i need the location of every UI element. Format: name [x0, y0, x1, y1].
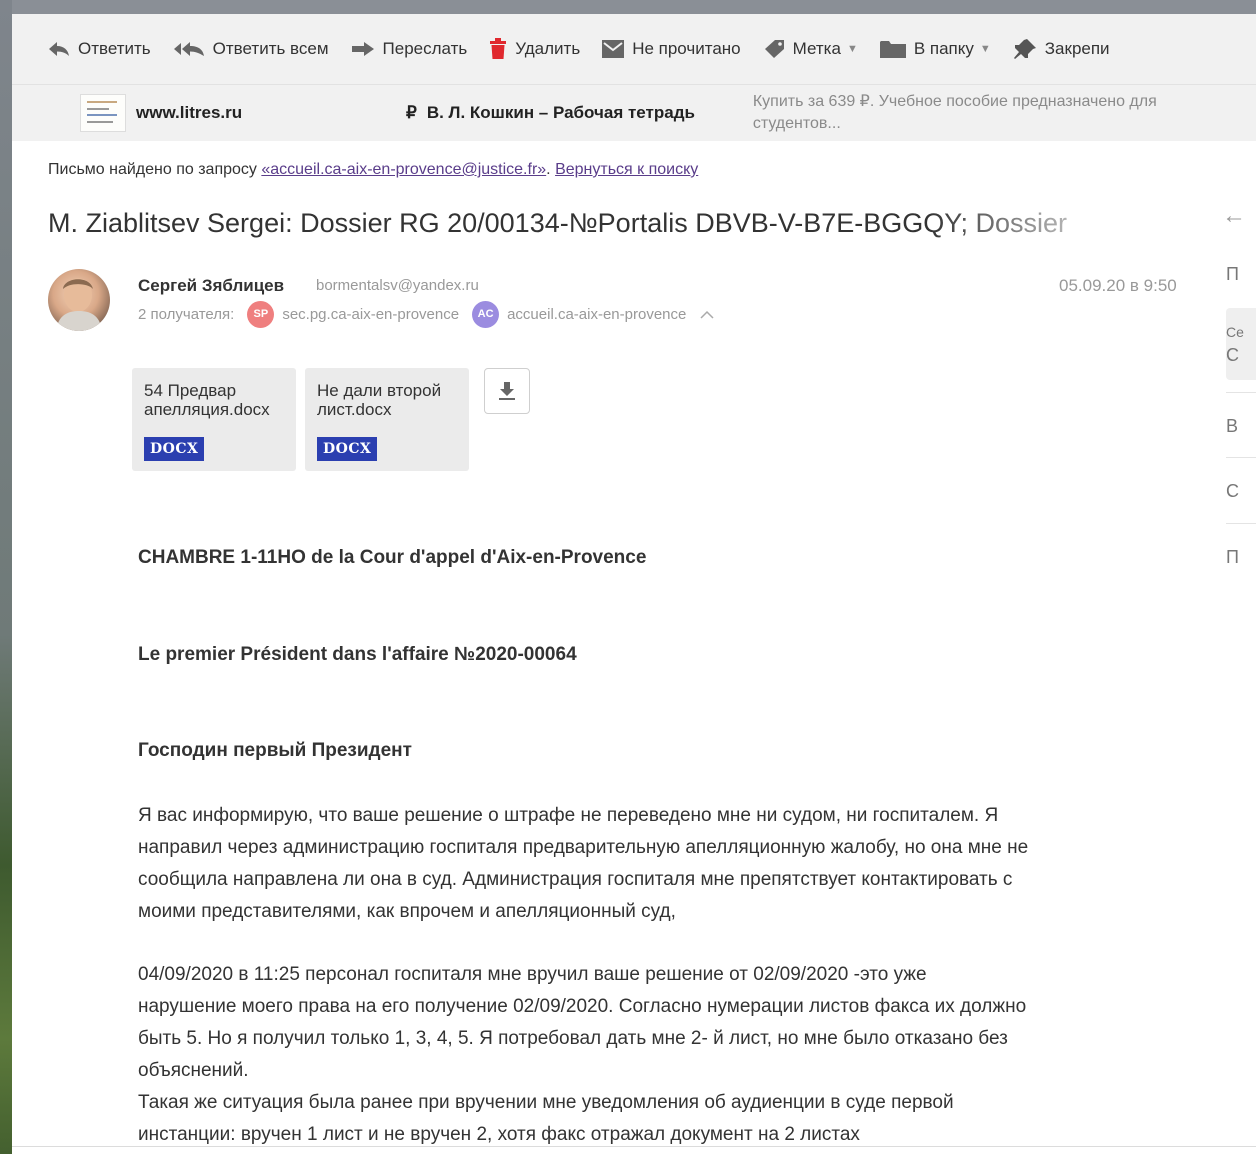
desktop-backdrop-left — [0, 0, 12, 1154]
mark-unread-label: Не прочитано — [632, 39, 741, 58]
body-heading-chambre: CHAMBRE 1-11HO de la Cour d'appel d'Aix-… — [138, 547, 647, 568]
folder-icon — [879, 40, 906, 58]
bottom-divider — [12, 1146, 1256, 1147]
search-notice-separator: . — [546, 161, 556, 178]
body-line: объяснений. — [138, 1060, 249, 1081]
message-subject: M. Ziablitsev Sergei: Dossier RG 20/0013… — [48, 208, 1068, 238]
body-paragraph-1: Я вас информирую, что ваше решение о штр… — [138, 800, 1188, 928]
ad-banner[interactable]: www.litres.ru ₽ В. Л. Кошкин – Рабочая т… — [12, 84, 1256, 141]
download-icon — [498, 381, 516, 401]
reply-all-label: Ответить всем — [212, 39, 329, 58]
pin-icon — [1013, 38, 1037, 60]
message-date: 05.09.20 в 9:50 — [1059, 276, 1177, 295]
body-line: быть 5. Но я получил только 1, 3, 4, 5. … — [138, 1028, 1008, 1049]
ad-title[interactable]: В. Л. Кошкин – Рабочая тетрадь — [427, 103, 753, 123]
attachment-name: 54 Предвар апелляция.docx — [144, 381, 270, 419]
reply-all-button[interactable]: Ответить всем — [173, 39, 329, 59]
mail-window: Ответить Ответить всем Переслать Удалить… — [12, 14, 1256, 1154]
docx-badge: DOCX — [144, 437, 205, 461]
thread-item[interactable]: П — [1226, 264, 1256, 285]
ad-site[interactable]: www.litres.ru — [136, 103, 406, 123]
search-query-link[interactable]: «accueil.ca-aix-en-provence@justice.fr» — [261, 161, 546, 178]
thread-item[interactable]: С — [1226, 481, 1256, 502]
desktop-backdrop-top — [0, 0, 1256, 14]
move-to-folder-dropdown[interactable]: В папку ▼ — [879, 39, 991, 59]
reply-label: Ответить — [78, 39, 151, 58]
body-line: моими представителями, как впрочем и апе… — [138, 901, 676, 922]
recipient-avatar: AC — [472, 300, 500, 328]
attachment-name: Не дали второй лист.docx — [317, 381, 442, 419]
back-arrow-icon[interactable]: ← — [1222, 202, 1246, 230]
body-line: Я вас информирую, что ваше решение о штр… — [138, 805, 999, 826]
pin-label: Закрепи — [1044, 39, 1110, 58]
tag-icon — [763, 39, 785, 59]
recipients-row: 2 получателя: SP sec.pg.ca-aix-en-proven… — [138, 300, 714, 328]
body-line: направил через администрацию госпиталя п… — [138, 837, 1029, 858]
chevron-up-icon[interactable] — [700, 310, 714, 319]
sender-avatar[interactable] — [48, 269, 110, 331]
label-dropdown[interactable]: Метка ▼ — [763, 39, 858, 59]
forward-label: Переслать — [382, 39, 468, 58]
label-dropdown-label: Метка — [792, 39, 841, 58]
attachment-card[interactable]: 54 Предвар апелляция.docx DOCX — [132, 368, 296, 471]
body-paragraph-2: 04/09/2020 в 11:25 персонал госпиталя мн… — [138, 959, 1188, 1151]
delete-label: Удалить — [515, 39, 581, 58]
thread-divider — [1226, 392, 1256, 393]
body-line: 04/09/2020 в 11:25 персонал госпиталя мн… — [138, 964, 927, 985]
download-all-button[interactable] — [484, 368, 530, 414]
chevron-down-icon: ▼ — [846, 43, 858, 55]
search-notice: Письмо найдено по запросу «accueil.ca-ai… — [48, 161, 698, 179]
delete-button[interactable]: Удалить — [489, 38, 580, 60]
pin-button[interactable]: Закрепи — [1013, 38, 1110, 60]
thread-item: С — [1226, 345, 1239, 365]
trash-icon — [489, 38, 507, 60]
mark-unread-button[interactable]: Не прочитано — [602, 39, 741, 59]
thread-divider — [1226, 523, 1256, 524]
reply-all-icon — [173, 41, 205, 57]
message-toolbar: Ответить Ответить всем Переслать Удалить… — [12, 14, 1256, 84]
thread-item[interactable]: В — [1226, 416, 1256, 437]
chevron-down-icon: ▼ — [979, 43, 991, 55]
body-heading-president: Le premier Président dans l'affaire №202… — [138, 644, 577, 665]
recipient-name[interactable]: sec.pg.ca-aix-en-provence — [282, 306, 459, 323]
ad-thumbnail — [80, 94, 126, 132]
attachment-card[interactable]: Не дали второй лист.docx DOCX — [305, 368, 469, 471]
reply-button[interactable]: Ответить — [48, 39, 151, 59]
envelope-icon — [602, 40, 625, 58]
body-line: Такая же ситуация была ранее при вручени… — [138, 1092, 954, 1113]
move-to-folder-label: В папку — [913, 39, 974, 58]
reply-icon — [48, 41, 70, 57]
body-salutation: Господин первый Президент — [138, 740, 412, 761]
recipient-name[interactable]: accueil.ca-aix-en-provence — [507, 306, 686, 323]
body-line: нарушение моего права на его получение 0… — [138, 996, 1027, 1017]
ruble-icon: ₽ — [406, 103, 417, 122]
body-line: сообщила направлена ли она в суд. Админи… — [138, 869, 1013, 890]
recipient-avatar: SP — [247, 300, 275, 328]
back-to-search-link[interactable]: Вернуться к поиску — [555, 161, 698, 178]
forward-button[interactable]: Переслать — [351, 39, 468, 59]
thread-item: Се — [1226, 324, 1244, 340]
docx-badge: DOCX — [317, 437, 378, 461]
sender-email[interactable]: bormentalsv@yandex.ru — [316, 277, 479, 294]
thread-item-active[interactable] — [1226, 308, 1256, 380]
search-notice-prefix: Письмо найдено по запросу — [48, 161, 262, 178]
thread-divider — [1226, 457, 1256, 458]
forward-arrow-icon — [351, 41, 375, 57]
sender-name[interactable]: Сергей Зяблицев — [138, 276, 284, 296]
recipients-count-label: 2 получателя: — [138, 305, 235, 323]
thread-item[interactable]: П — [1226, 547, 1256, 568]
ad-description: Купить за 639 ₽. Учебное пособие предназ… — [752, 93, 1157, 132]
